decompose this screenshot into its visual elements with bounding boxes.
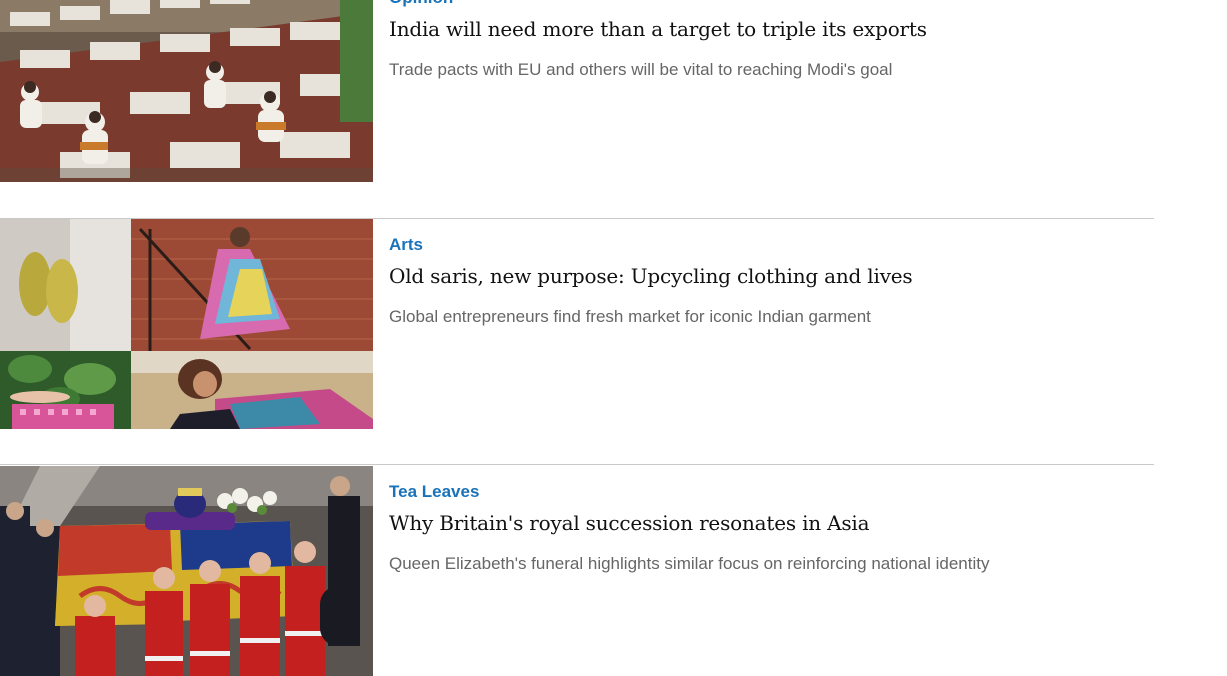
article-category-link[interactable]: Tea Leaves	[389, 480, 1149, 504]
article-text: Opinion India will need more than a targ…	[389, 0, 1149, 82]
article-summary: Trade pacts with EU and others will be v…	[389, 60, 893, 79]
article-thumbnail[interactable]	[0, 0, 373, 182]
article-summary: Global entrepreneurs find fresh market f…	[389, 307, 871, 326]
sari-collage-image	[0, 219, 373, 429]
article-feed: Opinion India will need more than a targ…	[0, 0, 1227, 676]
article-card: Arts Old saris, new purpose: Upcycling c…	[0, 219, 1154, 429]
article-summary: Queen Elizabeth's funeral highlights sim…	[389, 554, 990, 573]
article-divider	[0, 464, 1154, 465]
article-category-link[interactable]: Opinion	[389, 0, 1149, 10]
article-headline-link[interactable]: Old saris, new purpose: Upcycling clothi…	[389, 263, 1149, 289]
article-text: Tea Leaves Why Britain's royal successio…	[389, 480, 1149, 576]
article-category-link[interactable]: Arts	[389, 233, 1149, 257]
article-card: Tea Leaves Why Britain's royal successio…	[0, 466, 1154, 676]
factory-image	[0, 0, 373, 182]
article-text: Arts Old saris, new purpose: Upcycling c…	[389, 233, 1149, 329]
article-thumbnail[interactable]	[0, 466, 373, 676]
article-headline-link[interactable]: Why Britain's royal succession resonates…	[389, 510, 1149, 536]
article-card: Opinion India will need more than a targ…	[0, 0, 1154, 182]
royal-funeral-image	[0, 466, 373, 676]
article-headline-link[interactable]: India will need more than a target to tr…	[389, 16, 1149, 42]
article-thumbnail[interactable]	[0, 219, 373, 429]
